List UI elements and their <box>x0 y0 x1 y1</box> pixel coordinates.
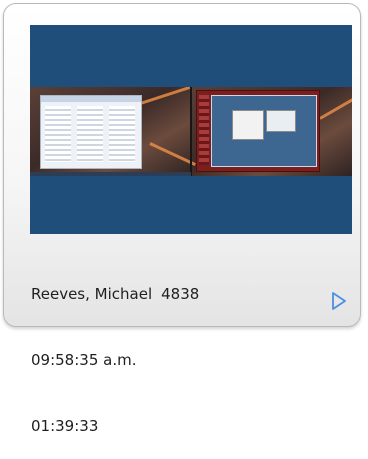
monitor-1-window <box>40 95 142 169</box>
monitor-2-window <box>196 90 320 172</box>
window-column <box>45 106 71 162</box>
dialog-box <box>266 110 296 132</box>
dialog-box <box>232 110 264 140</box>
monitor-divider <box>190 87 192 176</box>
play-button[interactable] <box>330 290 348 312</box>
window-sidebar <box>199 95 209 165</box>
agent-row: Reeves, Michael 4838 <box>31 283 199 305</box>
screen-preview-thumbnail[interactable] <box>30 25 352 234</box>
window-titlebar <box>41 96 141 102</box>
window-column <box>109 106 135 162</box>
extension-number: 4838 <box>161 285 200 303</box>
duration: 01:39:33 <box>31 417 99 435</box>
monitor-1-taskbar <box>30 172 191 176</box>
play-icon <box>332 292 346 310</box>
window-column <box>77 106 103 162</box>
desktop-screenshot <box>30 87 352 176</box>
window-content <box>211 95 317 167</box>
user-name: Reeves, Michael <box>31 285 153 303</box>
session-info: Reeves, Michael 4838 09:58:35 a.m. 01:39:… <box>31 239 199 459</box>
start-time: 09:58:35 a.m. <box>31 351 137 369</box>
